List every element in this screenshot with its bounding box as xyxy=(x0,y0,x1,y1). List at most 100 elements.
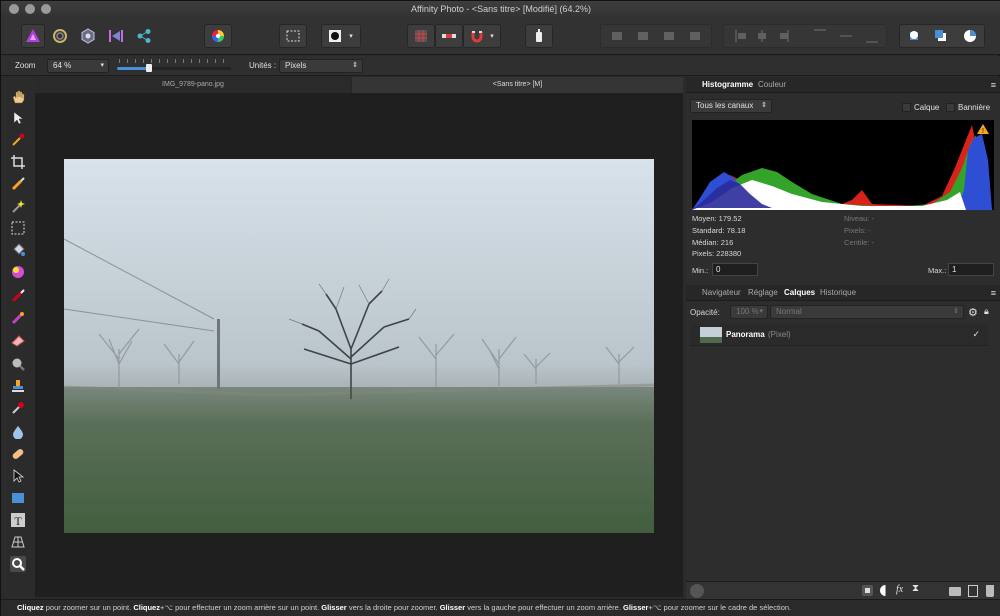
liquify-persona-button[interactable] xyxy=(49,24,71,48)
tab-layers[interactable]: Calques xyxy=(784,285,815,301)
droplet-icon xyxy=(13,426,23,439)
visibility-checkmark[interactable]: ✓ xyxy=(972,329,980,340)
gradient-tool[interactable] xyxy=(10,264,26,280)
histogram-plot: ! xyxy=(692,124,992,210)
selection-brush-tool[interactable] xyxy=(10,176,26,192)
hourglass-icon[interactable]: ⧗ xyxy=(912,583,919,594)
text-tool[interactable]: T xyxy=(10,512,26,528)
lock-icon[interactable]: 🔒︎ xyxy=(984,306,989,317)
opacity-value: 100 % xyxy=(736,307,759,316)
layers-stack-icon[interactable] xyxy=(690,584,704,598)
clone-tool[interactable] xyxy=(10,378,26,394)
panorama-image[interactable] xyxy=(64,159,654,533)
healing-tool[interactable] xyxy=(10,446,26,462)
hint-text-2: +⌥ pour effectuer un zoom arrière sur un… xyxy=(159,603,322,612)
tab-color[interactable]: Couleur xyxy=(758,77,786,93)
grid-icon xyxy=(415,30,427,42)
layer-row[interactable]: Panorama (Pixel) ✓ xyxy=(690,324,988,346)
units-select[interactable]: Pixels ⇕ xyxy=(279,59,363,73)
grid-snap-button[interactable] xyxy=(407,24,435,48)
gear-icon[interactable]: ⚙ xyxy=(968,306,978,319)
panel-menu-icon[interactable]: ≡ xyxy=(991,77,996,93)
node-tool[interactable] xyxy=(10,468,26,484)
erase-tool[interactable] xyxy=(10,332,26,348)
folder-icon[interactable] xyxy=(949,587,961,596)
tab-img-pano[interactable]: IMG_9789-pano.jpg xyxy=(35,77,351,93)
tab-adjustment[interactable]: Réglage xyxy=(748,285,778,301)
new-layer-icon[interactable] xyxy=(968,585,978,597)
document-canvas[interactable] xyxy=(35,93,683,597)
stat-median: Médian: 216 xyxy=(692,238,734,247)
zoom-value: 64 % xyxy=(53,61,72,70)
move-tool[interactable] xyxy=(10,110,26,126)
develop-persona-button[interactable] xyxy=(77,24,99,48)
boolean-buttons[interactable] xyxy=(899,24,985,48)
min-input[interactable]: 0 xyxy=(712,263,758,276)
rectangle-tool[interactable] xyxy=(10,490,26,506)
rectangle-icon xyxy=(12,493,24,503)
panel-menu-icon[interactable]: ≡ xyxy=(991,285,996,301)
hint-click: Cliquez xyxy=(17,603,44,612)
magnet-snapping-button[interactable]: ▾ xyxy=(463,24,501,48)
red-eye-tool[interactable] xyxy=(10,400,26,416)
tab-histogram[interactable]: Histogramme xyxy=(702,77,753,93)
mesh-icon xyxy=(11,536,25,548)
layer-name: Panorama xyxy=(726,330,765,339)
view-tool[interactable] xyxy=(10,89,26,105)
arrange-buttons[interactable] xyxy=(600,24,712,48)
blur-tool[interactable] xyxy=(10,424,26,440)
marquee-tool[interactable] xyxy=(10,220,26,236)
flood-fill-tool[interactable] xyxy=(10,242,26,258)
tone-mapping-persona-button[interactable] xyxy=(105,24,127,48)
window-title: Affinity Photo - <Sans titre> [Modifié] … xyxy=(411,4,591,14)
minimize-button[interactable] xyxy=(25,4,35,14)
color-replacement-tool[interactable] xyxy=(10,310,26,326)
document-tabs: IMG_9789-pano.jpg <Sans titre> [M] xyxy=(35,77,683,93)
adjustment-icon[interactable] xyxy=(880,585,891,596)
photo-persona-button[interactable] xyxy=(21,24,45,48)
quick-mask-button[interactable]: ▾ xyxy=(321,24,361,48)
hint-text-4: vers la gauche pour effectuer un zoom ar… xyxy=(465,603,624,612)
align-buttons[interactable] xyxy=(723,24,887,48)
selection-marquee-button[interactable] xyxy=(279,24,307,48)
checkbox-box xyxy=(946,103,955,113)
export-persona-button[interactable] xyxy=(133,24,155,48)
blend-mode-select[interactable]: Normal ⇕ xyxy=(770,305,964,319)
zoom-select[interactable]: 64 % ▾ xyxy=(47,59,109,73)
opacity-select[interactable]: 100 % ▾ xyxy=(730,305,768,319)
trash-icon[interactable] xyxy=(986,585,994,597)
hint-text-1: pour zoomer sur un point. xyxy=(43,603,134,612)
mask-layer-icon[interactable] xyxy=(862,585,873,596)
close-button[interactable] xyxy=(9,4,19,14)
color-picker-tool[interactable] xyxy=(10,132,26,148)
align-icons xyxy=(735,29,878,43)
tab-untitled[interactable]: <Sans titre> [M] xyxy=(352,77,683,93)
stat-centile: Centile: - xyxy=(844,238,875,247)
channel-select[interactable]: Tous les canaux ⇕ xyxy=(690,99,772,113)
hint-text-3: vers la droite pour zoomer. xyxy=(346,603,440,612)
paint-brush-tool[interactable] xyxy=(10,288,26,304)
assistant-button[interactable] xyxy=(525,24,553,48)
svg-text:T: T xyxy=(14,514,22,527)
main-toolbar: ▾ ▾ xyxy=(1,17,1000,55)
snapping-button[interactable] xyxy=(435,24,463,48)
fx-icon[interactable]: fx xyxy=(896,584,903,595)
layer-checkbox[interactable]: Calque xyxy=(902,103,939,113)
dodge-tool[interactable] xyxy=(10,356,26,372)
foggy-field-photo xyxy=(64,159,654,533)
crop-icon xyxy=(11,155,25,169)
flood-select-tool[interactable] xyxy=(10,198,26,214)
tab-history[interactable]: Historique xyxy=(820,285,856,301)
zoom-button[interactable] xyxy=(41,4,51,14)
mask-icon xyxy=(329,30,342,42)
crop-tool[interactable] xyxy=(10,154,26,170)
zoom-slider[interactable] xyxy=(115,59,233,73)
zoom-tool[interactable] xyxy=(10,556,26,572)
slider-thumb[interactable] xyxy=(146,64,152,72)
max-input[interactable]: 1 xyxy=(948,263,994,276)
color-wheel-button[interactable] xyxy=(204,24,232,48)
tab-navigator[interactable]: Navigateur xyxy=(702,285,741,301)
units-label: Unités : xyxy=(249,61,277,70)
mesh-warp-tool[interactable] xyxy=(10,534,26,550)
banner-checkbox[interactable]: Bannière xyxy=(946,103,990,113)
